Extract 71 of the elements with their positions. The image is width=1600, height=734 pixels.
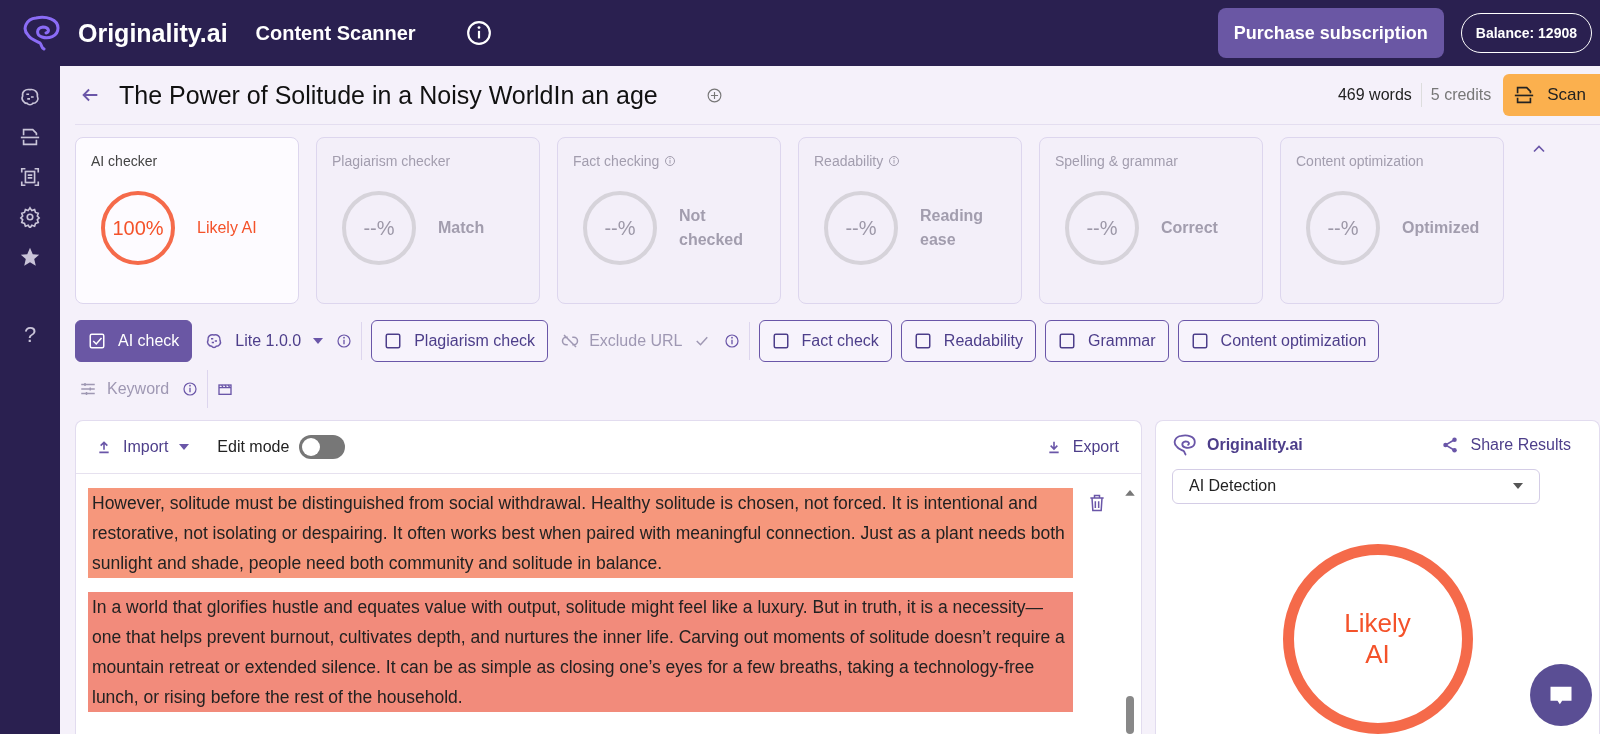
checked-box-icon xyxy=(88,332,106,350)
document-title: The Power of Solitude in a Noisy WorldIn an age xyxy=(119,80,658,110)
card-title: AI checker xyxy=(91,153,158,169)
unlink-icon xyxy=(561,332,580,350)
verdict-label: Not checked xyxy=(679,206,745,250)
scroll-up-arrow-icon[interactable] xyxy=(1125,490,1135,496)
score-ring: --% xyxy=(342,191,416,265)
checkbox-icon xyxy=(1058,332,1076,350)
credit-count: 5 credits xyxy=(1430,86,1492,104)
highlighted-paragraph: However, solitude must be distinguished from social withdrawal. Healthy solitude is chosen, not forced. It is intentional and restorative, not isolating or despairing. It often works best when paired with meaningful connection. Just as a plant needs both sunlight and shade, people need both community and solitude in balance. xyxy=(88,488,1073,578)
checkbox-icon xyxy=(913,332,932,350)
brain-icon[interactable] xyxy=(19,86,41,108)
card-title: Readability xyxy=(814,153,884,169)
purchase-button[interactable]: Purchase subscription xyxy=(1217,8,1444,58)
help-link[interactable]: ? xyxy=(23,322,37,348)
check-toggle[interactable]: AI check xyxy=(75,320,193,362)
verdict-label: Likely AI xyxy=(197,218,258,238)
star-icon[interactable] xyxy=(19,246,41,268)
upload-icon xyxy=(96,439,112,455)
checkbox-icon xyxy=(1190,332,1209,350)
add-circle-icon[interactable] xyxy=(705,86,723,104)
card-title: Plagiarism checker xyxy=(332,153,451,169)
verdict-label: Reading ease xyxy=(920,206,985,250)
brain-icon xyxy=(205,332,224,350)
check-toggle[interactable]: Content optimization xyxy=(1177,320,1380,362)
brand-name: Originality.ai xyxy=(1207,435,1303,454)
sliders-icon xyxy=(79,380,97,398)
checkbox-icon xyxy=(771,332,790,350)
brain-logo-icon xyxy=(22,15,62,51)
edit-mode-label: Edit mode xyxy=(217,438,290,456)
caret-icon xyxy=(313,338,324,344)
scan-button[interactable]: Scan xyxy=(1503,74,1600,116)
scanner-icon[interactable] xyxy=(19,126,41,148)
scanner-icon xyxy=(1513,84,1536,106)
check-toggle[interactable]: Plagiarism check xyxy=(371,320,549,362)
document-icon[interactable] xyxy=(19,166,41,188)
check-toggle[interactable]: Readability xyxy=(900,320,1036,362)
brand-name: Originality.ai xyxy=(78,18,228,48)
card-title: Content optimization xyxy=(1296,153,1424,169)
checker-card[interactable]: AI checker 100% Likely AI xyxy=(75,137,299,304)
card-title: Fact checking xyxy=(573,153,660,169)
score-ring: --% xyxy=(1306,191,1380,265)
score-ring: --% xyxy=(583,191,657,265)
export-button[interactable]: Export xyxy=(1045,438,1119,456)
detection-select[interactable]: AI Detection xyxy=(1172,468,1540,504)
score-ring: --% xyxy=(1065,191,1139,265)
delete-icon[interactable] xyxy=(1087,492,1107,514)
word-count: 469 words xyxy=(1337,86,1412,104)
import-button[interactable]: Import xyxy=(96,438,190,456)
model-dropdown[interactable]: Lite 1.0.0 xyxy=(201,332,328,350)
verdict-label: Optimized xyxy=(1402,218,1481,238)
edit-mode-switch[interactable] xyxy=(299,435,346,459)
share-results-button[interactable]: Share Results xyxy=(1440,435,1571,454)
scrollbar-thumb[interactable] xyxy=(1126,695,1134,734)
score-ring: 100% xyxy=(101,191,175,265)
highlighted-paragraph: In a world that glorifies hustle and equates value with output, solitude might feel like a luxury. But in truth, it is a necessity—one that helps prevent burnout, cultivates depth, and nurtures the inner life. Carving out moments of solitude doesn’t require a mountain retreat or extended silence. It can be as simple as closing one’s eyes for a few breaths, taking a technology-free lunch, or rising before the rest of the household. xyxy=(88,592,1073,712)
brain-logo-icon xyxy=(1172,433,1198,456)
caret-icon xyxy=(1513,483,1523,490)
share-icon xyxy=(1440,435,1459,454)
check-toggle[interactable]: Fact check xyxy=(758,320,892,362)
clapperboard-icon[interactable] xyxy=(217,381,234,397)
result-gauge: Likely AI xyxy=(1282,544,1473,734)
checkbox-icon xyxy=(384,332,403,350)
settings-icon[interactable] xyxy=(19,206,41,228)
verdict-label: Correct xyxy=(1161,218,1219,238)
check-toggle[interactable]: Grammar xyxy=(1045,320,1169,362)
score-ring: --% xyxy=(824,191,898,265)
caret-icon xyxy=(179,444,190,450)
verdict-label: Match xyxy=(438,218,486,238)
card-title: Spelling & grammar xyxy=(1055,153,1178,169)
page-title: Content Scanner xyxy=(255,21,416,45)
